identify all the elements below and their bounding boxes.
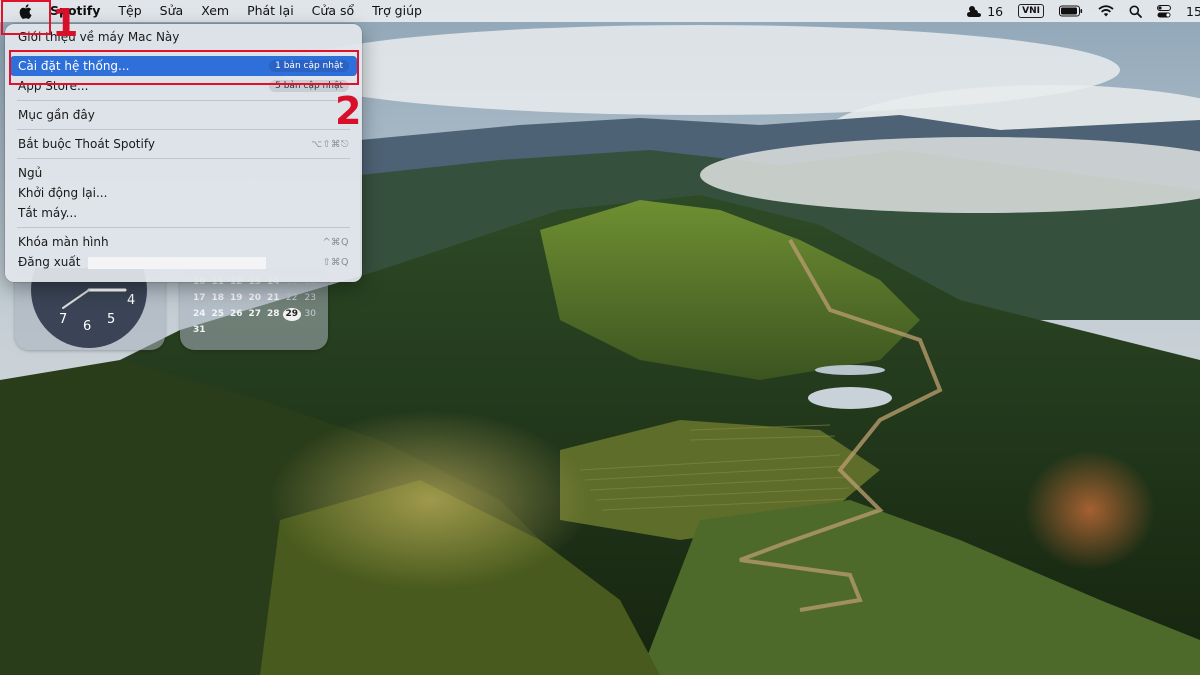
calendar-day: 19 — [229, 293, 243, 303]
calendar-day: 25 — [211, 309, 225, 319]
calendar-grid: 10 11 12 13 14 15 16 17 18 19 20 21 22 23 24 25 26 27 28 29… — [190, 276, 320, 337]
clock-num-5: 5 — [107, 312, 115, 327]
shortcut-label: ⇧⌘Q — [322, 256, 349, 268]
calendar-day: 29 — [282, 308, 301, 321]
calendar-day: 20 — [248, 293, 262, 303]
search-icon — [1129, 5, 1142, 18]
clock-num-4: 4 — [127, 293, 135, 308]
annotation-step-2: 2 — [335, 89, 362, 133]
menu-playback[interactable]: Phát lại — [238, 0, 303, 22]
battery-status[interactable] — [1059, 5, 1083, 17]
menu-item-restart[interactable]: Khởi động lại... — [10, 183, 357, 203]
calendar-day: 24 — [192, 309, 206, 319]
shortcut-label: ^⌘Q — [322, 236, 349, 248]
wifi-status[interactable] — [1098, 5, 1114, 17]
spotlight-status[interactable] — [1129, 5, 1142, 18]
shortcut-label: ⌥⇧⌘⎋ — [311, 138, 349, 150]
calendar-day: 26 — [229, 309, 243, 319]
menu-item-force-quit[interactable]: Bắt buộc Thoát Spotify ⌥⇧⌘⎋ — [10, 134, 357, 154]
menu-item-label: Khởi động lại... — [18, 186, 108, 200]
menu-separator — [17, 129, 350, 130]
calendar-day: 22 — [286, 293, 298, 303]
annotation-step-1: 1 — [52, 1, 79, 45]
menu-item-shut-down[interactable]: Tắt máy... — [10, 203, 357, 223]
wifi-icon — [1098, 5, 1114, 17]
annotation-box-system-settings — [9, 50, 359, 85]
menu-item-sleep[interactable]: Ngủ — [10, 163, 357, 183]
menu-help[interactable]: Trợ giúp — [363, 0, 431, 22]
calendar-day: 23 — [304, 293, 316, 303]
menu-item-label: Mục gần đây — [18, 108, 95, 122]
menu-item-label: Khóa màn hình — [18, 235, 109, 249]
weather-status[interactable]: 16 — [966, 4, 1003, 19]
calendar-day: 17 — [192, 293, 206, 303]
menu-item-label: Đăng xuất — [18, 255, 81, 269]
menu-item-label: Tắt máy... — [18, 206, 78, 220]
redacted-username — [88, 256, 267, 269]
menu-item-label: Bắt buộc Thoát Spotify — [18, 137, 155, 151]
calendar-day: 30 — [304, 309, 316, 319]
menu-separator — [17, 227, 350, 228]
menu-separator — [17, 158, 350, 159]
menu-item-recent-items[interactable]: Mục gần đây — [10, 105, 357, 125]
menu-file[interactable]: Tệp — [109, 0, 150, 22]
menu-window[interactable]: Cửa sổ — [303, 0, 363, 22]
menu-separator — [17, 100, 350, 101]
menu-edit[interactable]: Sửa — [151, 0, 193, 22]
calendar-day: 31 — [192, 325, 206, 335]
menu-bar: Spotify Tệp Sửa Xem Phát lại Cửa sổ Trợ … — [0, 0, 1200, 22]
menubar-clock[interactable]: 15 — [1186, 4, 1200, 19]
clock-num-7: 7 — [59, 312, 67, 327]
calendar-day: 18 — [211, 293, 225, 303]
input-method-status[interactable]: VNI — [1018, 4, 1044, 18]
calendar-day: 21 — [266, 293, 280, 303]
menu-item-lock-screen[interactable]: Khóa màn hình ^⌘Q — [10, 232, 357, 252]
calendar-day: 28 — [266, 309, 280, 319]
calendar-day: 27 — [248, 309, 262, 319]
battery-icon — [1059, 5, 1083, 17]
annotation-box-apple-menu — [1, 0, 51, 35]
control-center-status[interactable] — [1157, 4, 1171, 18]
menu-item-label: Ngủ — [18, 166, 43, 180]
clock-num-6: 6 — [83, 319, 91, 334]
weather-cloud-sun-icon — [967, 6, 982, 17]
status-area: 16 VNI 15 — [951, 0, 1200, 22]
menu-item-log-out[interactable]: Đăng xuất ⇧⌘Q — [10, 252, 357, 272]
control-center-icon — [1157, 4, 1171, 17]
menu-view[interactable]: Xem — [192, 0, 238, 22]
input-method-badge: VNI — [1018, 4, 1044, 18]
weather-temp: 16 — [987, 3, 1004, 19]
